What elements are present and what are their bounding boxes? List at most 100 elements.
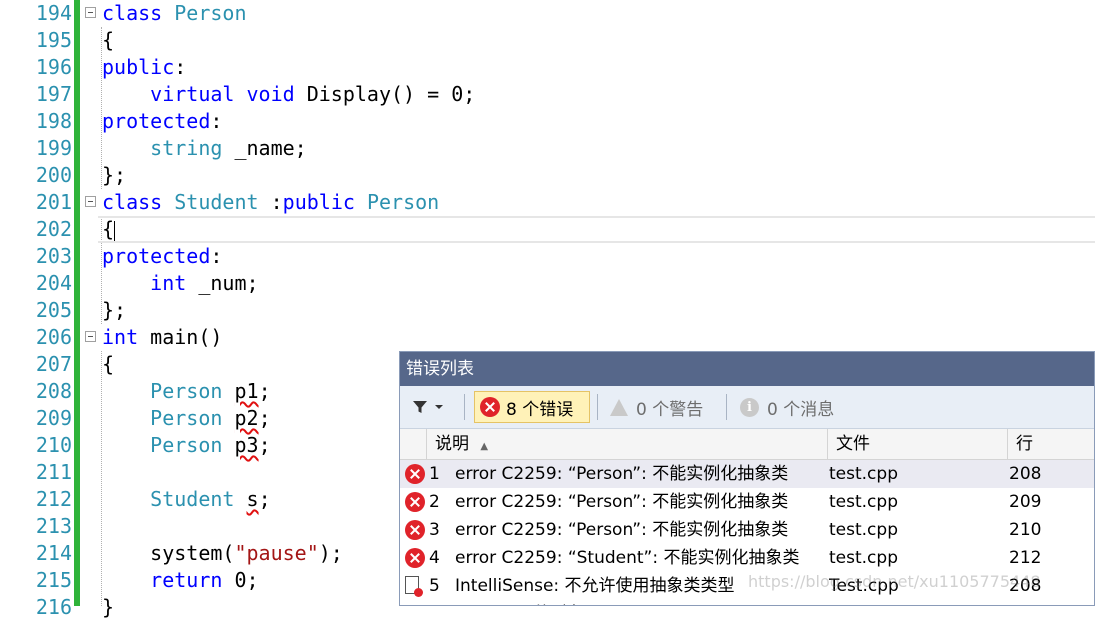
line-number: 201 [35, 190, 72, 214]
code-token: public [102, 55, 175, 79]
filter-dropdown[interactable] [412, 394, 444, 420]
line-number: 199 [35, 136, 72, 160]
code-text: { [102, 351, 114, 378]
code-token: virtual [150, 82, 235, 106]
error-number: 2 [429, 492, 440, 512]
errors-filter-button[interactable]: 8 个错误 [474, 391, 590, 423]
column-header-description[interactable]: 说明 ▲ [426, 429, 827, 459]
error-list-rows: 1 error C2259: “Person”: 不能实例化抽象类 test.cpp… [400, 460, 1094, 605]
code-token: _name; [222, 136, 307, 160]
column-header-file[interactable]: 文件 [827, 429, 1007, 459]
code-text: return 0; [102, 567, 258, 594]
code-line[interactable]: 200}; [0, 162, 1095, 189]
code-token: { [102, 28, 115, 52]
error-line: 208 [1009, 464, 1042, 484]
error-row[interactable]: “Person” 的对象: [400, 600, 1094, 605]
code-line[interactable]: 204 int _num; [0, 270, 1095, 297]
code-line[interactable]: 199 string _name; [0, 135, 1095, 162]
code-token: class [102, 1, 163, 25]
code-token: ); [318, 541, 343, 565]
line-number: 198 [35, 109, 72, 133]
code-token: class [102, 190, 163, 214]
code-line[interactable]: 202 { [0, 216, 1095, 243]
sort-ascending-icon: ▲ [480, 441, 489, 452]
error-icon [405, 464, 425, 484]
code-text: public: [102, 54, 186, 81]
error-description: “Person” 的对象: [455, 600, 590, 605]
code-text: }; [102, 162, 126, 189]
line-number: 203 [35, 244, 72, 268]
error-icon [405, 520, 425, 540]
code-token: Display() = 0; [294, 82, 476, 106]
error-row[interactable]: 2 error C2259: “Person”: 不能实例化抽象类 test.cpp… [400, 488, 1094, 516]
line-number: 195 [35, 28, 72, 52]
line-number: 216 [35, 595, 72, 619]
code-line[interactable]: 196 public: [0, 54, 1095, 81]
collapse-icon[interactable] [85, 196, 96, 207]
code-text: Person p2; [102, 405, 271, 432]
code-token: system( [102, 541, 235, 565]
error-row[interactable]: 3 error C2259: “Person”: 不能实例化抽象类 test.cpp… [400, 516, 1094, 544]
code-token: public [282, 190, 355, 214]
code-line[interactable]: 201 class Student :public Person [0, 189, 1095, 216]
line-number: 204 [35, 271, 72, 295]
error-list-panel: 错误列表 8 个错误 0 个警告 i 0 个消息 说明 ▲ 文件 行 1 erro… [399, 351, 1095, 606]
code-token: _num; [186, 271, 259, 295]
code-text: virtual void Display() = 0; [102, 81, 475, 108]
code-line[interactable]: 206 int main() [0, 324, 1095, 351]
code-token: : [210, 244, 223, 268]
error-file: test.cpp [829, 492, 898, 512]
warnings-filter-button[interactable]: 0 个警告 [610, 391, 703, 423]
error-list-header: 说明 ▲ 文件 行 [400, 429, 1094, 460]
intellisense-error-icon [405, 576, 423, 597]
text-caret [114, 221, 115, 241]
code-text: { [102, 27, 114, 54]
error-icon [405, 492, 425, 512]
code-token: Person [150, 433, 223, 457]
error-icon [405, 548, 425, 568]
code-line[interactable]: 198 protected: [0, 108, 1095, 135]
code-token: Person [174, 1, 247, 25]
code-token: protected [102, 109, 211, 133]
line-number: 212 [35, 487, 72, 511]
code-line[interactable]: 197 virtual void Display() = 0; [0, 81, 1095, 108]
messages-filter-button[interactable]: i 0 个消息 [740, 391, 834, 423]
code-token: "pause" [234, 541, 319, 565]
code-line[interactable]: 195 { [0, 27, 1095, 54]
collapse-icon[interactable] [85, 7, 96, 18]
error-description: IntelliSense: 不允许使用抽象类类型 [455, 576, 735, 596]
error-file: Test.cpp [829, 576, 899, 596]
code-line[interactable]: 203 protected: [0, 243, 1095, 270]
code-text: int main() [102, 324, 222, 351]
code-token: int [150, 271, 187, 295]
code-token: ; [258, 406, 271, 430]
code-text: int _num; [102, 270, 259, 297]
code-token: { [102, 352, 115, 376]
error-list-toolbar: 8 个错误 0 个警告 i 0 个消息 [400, 386, 1094, 429]
line-number: 209 [35, 406, 72, 430]
collapse-icon[interactable] [85, 331, 96, 342]
line-number: 211 [35, 460, 72, 484]
code-line[interactable]: 205}; [0, 297, 1095, 324]
code-token: p1 [234, 379, 259, 403]
code-text: Person p1; [102, 378, 270, 405]
error-row[interactable]: 5 IntelliSense: 不允许使用抽象类类型 Test.cpp 208 [400, 572, 1094, 600]
error-row[interactable]: 4 error C2259: “Student”: 不能实例化抽象类 test.cp… [400, 544, 1094, 572]
code-text: system("pause"); [102, 540, 343, 567]
column-header-line[interactable]: 行 [1007, 429, 1094, 459]
error-line: 212 [1009, 548, 1042, 568]
code-token: protected [102, 244, 211, 268]
toolbar-separator [464, 394, 465, 420]
error-row[interactable]: 1 error C2259: “Person”: 不能实例化抽象类 test.cpp… [400, 460, 1094, 488]
error-file: test.cpp [829, 520, 898, 540]
info-icon: i [740, 397, 759, 417]
line-number: 214 [35, 541, 72, 565]
error-line: 210 [1009, 520, 1042, 540]
line-number: 205 [35, 298, 72, 322]
code-line[interactable]: 194 class Person [0, 0, 1095, 27]
line-number: 200 [35, 163, 72, 187]
